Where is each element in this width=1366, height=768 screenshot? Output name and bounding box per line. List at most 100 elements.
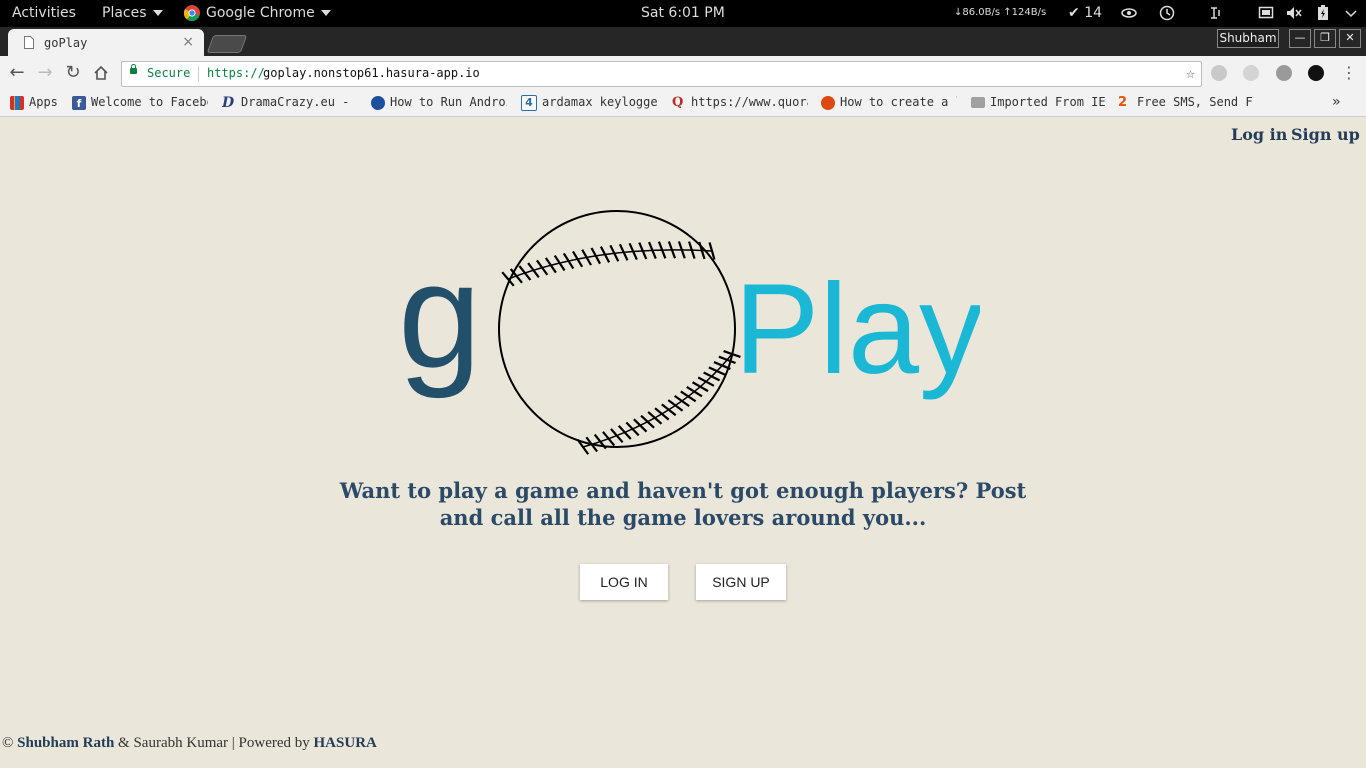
bookmarks-bar: Apps f Welcome to Facebo D DramaCrazy.eu -… (0, 90, 1366, 117)
baseball-stitch (602, 431, 616, 447)
bookmark-free-sms[interactable]: 2 Free SMS, Send Fr (1118, 90, 1254, 116)
angular-extension-icon[interactable] (1276, 65, 1292, 81)
baseball-stitch (617, 425, 632, 440)
nav-login-link[interactable]: Log in (1231, 125, 1287, 144)
check-icon: ✔ (1068, 5, 1080, 21)
chrome-menu-button[interactable]: ⋮ (1338, 62, 1360, 84)
extension-globe-icon[interactable] (1243, 65, 1259, 81)
gnome-extension-icon[interactable] (1308, 65, 1324, 81)
bookmark-ardamax[interactable]: 4 ardamax keylogger (521, 90, 657, 116)
baseball-stitch (518, 265, 532, 281)
chevron-down-icon (152, 10, 163, 16)
forward-button[interactable]: → (34, 62, 56, 84)
updates-indicator[interactable]: ✔ 14 (1068, 0, 1102, 27)
copyright-symbol: © (2, 735, 14, 751)
reload-button[interactable]: ↻ (62, 62, 84, 84)
baseball-stitch (544, 257, 557, 274)
baseball-stitch (697, 376, 715, 387)
tab-goplay[interactable]: goPlay × (8, 29, 204, 56)
footer-powered-by: HASURA (313, 735, 377, 751)
bookmark-dramacrazy[interactable]: D DramaCrazy.eu - D (222, 90, 356, 116)
ubuntu-icon (821, 95, 835, 110)
baseball-stitch (708, 366, 726, 376)
battery-charging-icon[interactable] (1315, 5, 1331, 21)
nav-signup-link[interactable]: Sign up (1291, 125, 1360, 144)
new-tab-button[interactable] (206, 35, 248, 53)
volume-muted-icon[interactable] (1286, 5, 1302, 21)
bookmark-create[interactable]: How to create a l (821, 90, 957, 116)
close-window-button[interactable]: ✕ (1339, 29, 1361, 48)
back-button[interactable]: ← (6, 62, 28, 84)
url-scheme: https:// (207, 66, 265, 80)
baseball-stitch (640, 414, 655, 429)
minimize-icon: — (1294, 31, 1306, 44)
profile-button[interactable]: Shubham (1217, 29, 1279, 48)
power-menu-icon[interactable] (1343, 5, 1359, 21)
lock-icon (130, 64, 137, 74)
maximize-button[interactable]: ❐ (1314, 29, 1336, 48)
bookmarks-overflow-button[interactable]: » (1332, 90, 1346, 116)
history-icon[interactable] (1159, 5, 1175, 21)
restore-icon: ❐ (1320, 31, 1330, 44)
home-icon (94, 65, 108, 80)
bookmark-star-icon[interactable]: ☆ (1186, 64, 1195, 82)
logo-letter-g: g (398, 231, 481, 399)
reload-icon: ↻ (65, 62, 81, 83)
close-icon: ✕ (1345, 31, 1355, 44)
activities-button[interactable]: Activities (12, 0, 76, 27)
baseball-stitch (625, 421, 640, 437)
login-button[interactable]: LOG IN (580, 564, 668, 600)
chevron-down-icon (320, 10, 331, 16)
goplay-logo: g Play (398, 210, 980, 455)
places-label: Places (102, 5, 147, 21)
footer-credits: © Shubham Rath & Saurabh Kumar | Powered… (2, 735, 377, 752)
minimize-button[interactable]: — (1289, 29, 1311, 48)
apps-grid-icon (10, 95, 24, 110)
places-menu[interactable]: Places (102, 0, 163, 27)
clock[interactable]: Sat 6:01 PM (641, 0, 725, 27)
updates-count: 14 (1084, 5, 1103, 21)
baseball-stitch (536, 259, 549, 276)
baseball-stitch (633, 418, 648, 433)
page-content: Log in Sign up g Play Want to play a gam… (0, 117, 1366, 768)
bookmark-quora[interactable]: Qhttps://www.quora (672, 90, 808, 116)
bookmark-folder-imported[interactable]: Imported From IE (971, 90, 1107, 116)
address-bar[interactable]: Secure https:// goplay.nonstop61.hasura-… (121, 61, 1202, 87)
dramacrazy-icon: D (222, 94, 235, 111)
logo-word-play: Play (734, 258, 980, 401)
secure-label: Secure (147, 66, 191, 80)
arrow-right-icon: → (37, 62, 53, 83)
facebook-icon: f (72, 95, 86, 110)
extension-plane-icon[interactable] (1211, 65, 1227, 81)
app-menu[interactable]: Google Chrome (183, 0, 331, 27)
baseball-stitch (703, 371, 721, 382)
chrome-icon (183, 5, 200, 22)
eye-icon[interactable] (1121, 5, 1137, 21)
bookmark-facebook[interactable]: f Welcome to Facebo (72, 90, 208, 116)
display-icon[interactable] (1258, 5, 1274, 21)
tab-close-button[interactable]: × (182, 34, 194, 50)
app-menu-label: Google Chrome (206, 5, 315, 21)
folder-icon (971, 97, 985, 108)
baseball-stitch (610, 428, 624, 444)
way2sms-icon: 2 (1118, 94, 1128, 110)
footer-text: & Saurabh Kumar | Powered by (114, 735, 314, 751)
omnibox-divider (198, 66, 199, 82)
system-top-bar: Activities Places Google Chrome Sat 6:01… (0, 0, 1366, 27)
browser-toolbar: ← → ↻ Secure https:// goplay.nonstop61.h… (0, 56, 1366, 90)
keyboard-icon[interactable] (1208, 5, 1224, 21)
more-vertical-icon: ⋮ (1341, 63, 1357, 82)
baseball-stitch (647, 411, 663, 425)
bookmark-run-android[interactable]: How to Run Androi (371, 90, 507, 116)
baseball-icon (498, 210, 741, 455)
baseball-stitch (553, 254, 566, 272)
quora-icon: Q (672, 94, 684, 110)
url-host: goplay.nonstop61.hasura-app.io (263, 66, 480, 80)
tagline: Want to play a game and haven't got enou… (339, 478, 1027, 530)
signup-button[interactable]: SIGN UP (696, 564, 786, 600)
globe-icon (371, 95, 385, 110)
tab-strip: goPlay × Shubham — ❐ ✕ (0, 27, 1366, 56)
bookmark-apps[interactable]: Apps (10, 90, 68, 116)
four-icon: 4 (521, 94, 537, 111)
home-button[interactable] (90, 62, 112, 84)
